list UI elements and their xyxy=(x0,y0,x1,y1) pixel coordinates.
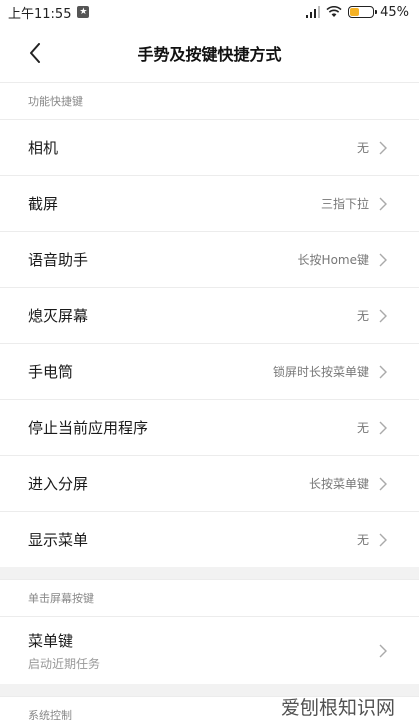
setting-row-split-screen[interactable]: 进入分屏 长按菜单键 xyxy=(0,455,419,511)
status-bar: 上午11:55 ★ 45% xyxy=(0,0,419,24)
chevron-left-icon xyxy=(30,43,40,63)
page-title: 手势及按键快捷方式 xyxy=(137,45,282,64)
setting-right: 无 xyxy=(357,307,387,324)
setting-row-menu-key[interactable]: 菜单键 启动近期任务 xyxy=(0,616,419,684)
battery-percent: 45% xyxy=(380,4,409,20)
chevron-right-icon xyxy=(379,477,387,490)
notification-icon: ★ xyxy=(77,6,90,18)
battery-icon xyxy=(348,6,378,18)
setting-label: 进入分屏 xyxy=(28,475,89,493)
status-left: 上午11:55 ★ xyxy=(8,3,90,22)
setting-label: 菜单键 xyxy=(28,631,74,650)
wifi-icon xyxy=(326,6,342,17)
setting-value: 长按Home键 xyxy=(297,253,369,267)
setting-label: 语音助手 xyxy=(28,251,89,269)
chevron-right-icon xyxy=(379,309,387,322)
setting-value: 长按菜单键 xyxy=(308,477,369,491)
setting-value: 无 xyxy=(356,421,369,435)
setting-subtitle: 启动近期任务 xyxy=(28,656,101,671)
setting-value: 锁屏时长按菜单键 xyxy=(272,365,369,379)
setting-row-stop-app[interactable]: 停止当前应用程序 无 xyxy=(0,399,419,455)
section-header: 功能快捷键 xyxy=(0,82,419,119)
setting-label: 停止当前应用程序 xyxy=(28,419,149,437)
setting-row-camera[interactable]: 相机 无 xyxy=(0,119,419,175)
setting-right: 锁屏时长按菜单键 xyxy=(273,363,387,380)
setting-row-screen-off[interactable]: 熄灭屏幕 无 xyxy=(0,287,419,343)
chevron-right-icon xyxy=(379,644,387,657)
setting-right: 三指下拉 xyxy=(321,195,387,212)
chevron-right-icon xyxy=(379,365,387,378)
setting-right: 长按菜单键 xyxy=(309,475,387,492)
setting-label: 熄灭屏幕 xyxy=(28,307,89,325)
setting-value: 无 xyxy=(356,141,369,155)
chevron-right-icon xyxy=(379,421,387,434)
status-time: 上午11:55 xyxy=(8,6,72,22)
chevron-right-icon xyxy=(379,533,387,546)
section-header: 单击屏幕按键 xyxy=(0,579,419,616)
back-button[interactable] xyxy=(22,40,48,66)
setting-label: 截屏 xyxy=(28,195,59,213)
setting-label: 手电筒 xyxy=(28,363,74,381)
chevron-right-icon xyxy=(379,253,387,266)
setting-value: 无 xyxy=(356,533,369,547)
chevron-right-icon xyxy=(379,141,387,154)
setting-text: 菜单键 启动近期任务 xyxy=(28,630,100,672)
setting-value: 三指下拉 xyxy=(320,197,369,211)
battery-fill xyxy=(350,8,359,16)
watermark: 爱刨根知识网 xyxy=(280,697,395,719)
title-bar: 手势及按键快捷方式 xyxy=(0,24,419,82)
setting-row-screenshot[interactable]: 截屏 三指下拉 xyxy=(0,175,419,231)
setting-right: 长按Home键 xyxy=(298,251,387,268)
setting-right: 无 xyxy=(357,419,387,436)
setting-row-flashlight[interactable]: 手电筒 锁屏时长按菜单键 xyxy=(0,343,419,399)
status-right: 45% xyxy=(306,5,409,20)
shortcut-list: 相机 无 截屏 三指下拉 语音助手 长按Home键 熄灭屏幕 无 手电筒 锁屏时… xyxy=(0,119,419,567)
setting-label: 相机 xyxy=(28,139,59,157)
battery-tip xyxy=(375,10,378,14)
setting-right: 无 xyxy=(357,139,387,156)
setting-label: 显示菜单 xyxy=(28,531,89,549)
chevron-right-icon xyxy=(379,197,387,210)
setting-value: 无 xyxy=(356,309,369,323)
section-divider xyxy=(0,567,419,579)
setting-row-voice-assistant[interactable]: 语音助手 长按Home键 xyxy=(0,231,419,287)
setting-row-show-menu[interactable]: 显示菜单 无 xyxy=(0,511,419,567)
signal-icon xyxy=(306,6,321,18)
setting-right: 无 xyxy=(357,531,387,548)
setting-right xyxy=(379,644,387,658)
